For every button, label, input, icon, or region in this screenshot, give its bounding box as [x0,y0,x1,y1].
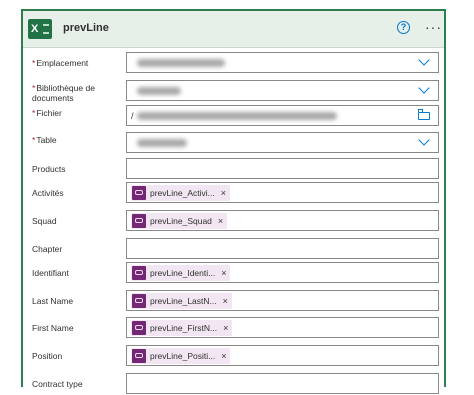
products-input[interactable] [126,158,439,179]
field-label: Activités [32,188,64,198]
row-identifiant: Identifiant prevLine_Identi... × [23,262,444,284]
dynamic-content-token[interactable]: prevLine_Positi... × [131,348,231,364]
field-label: *Table [32,135,57,145]
card-header[interactable]: X prevLine ? ··· [23,11,444,48]
redacted-value [137,139,187,147]
powerapps-token-icon [132,294,146,308]
chevron-down-icon[interactable] [418,54,430,66]
remove-token-icon[interactable]: × [223,296,228,306]
first-name-input[interactable]: prevLine_FirstN... × [126,317,439,338]
redacted-value [137,87,181,95]
dynamic-content-token[interactable]: prevLine_FirstN... × [131,320,233,336]
field-label: Products [32,164,66,174]
row-contract-type: Contract type [23,373,444,395]
identifiant-input[interactable]: prevLine_Identi... × [126,262,439,283]
dynamic-content-token[interactable]: prevLine_Squad × [131,213,228,229]
remove-token-icon[interactable]: × [223,323,228,333]
bibliotheque-dropdown[interactable] [126,80,439,101]
excel-icon: X [28,19,52,39]
field-label: Identifiant [32,268,69,278]
dynamic-content-token[interactable]: prevLine_Identi... × [131,265,231,281]
field-label: Last Name [32,296,74,306]
redacted-value [137,59,225,67]
activites-input[interactable]: prevLine_Activi... × [126,182,439,203]
field-label: First Name [32,323,74,333]
emplacement-dropdown[interactable] [126,52,439,73]
row-first-name: First Name prevLine_FirstN... × [23,317,444,339]
squad-input[interactable]: prevLine_Squad × [126,210,439,231]
field-label: *Fichier [32,108,62,118]
powerapps-token-icon [132,266,146,280]
row-fichier: *Fichier / [23,105,444,127]
last-name-input[interactable]: prevLine_LastN... × [126,290,439,311]
field-label: Chapter [32,244,63,254]
remove-token-icon[interactable]: × [221,351,226,361]
redacted-value [137,112,337,120]
powerapps-token-icon [132,186,146,200]
field-label: *Emplacement [32,58,89,68]
excel-action-card: X prevLine ? ··· *Emplacement *Bibliothè… [21,9,446,394]
card-title: prevLine [63,22,109,34]
chevron-down-icon[interactable] [418,134,430,146]
powerapps-token-icon [132,214,146,228]
fichier-input[interactable]: / [126,105,439,126]
row-products: Products [23,158,444,180]
row-chapter: Chapter [23,238,444,260]
remove-token-icon[interactable]: × [218,216,223,226]
dynamic-content-token[interactable]: prevLine_Activi... × [131,185,230,201]
field-label: Contract type [32,379,83,389]
folder-icon[interactable] [418,109,430,120]
row-bibliotheque: *Bibliothèque de documents [23,80,444,103]
table-dropdown[interactable] [126,132,439,153]
position-input[interactable]: prevLine_Positi... × [126,345,439,366]
row-activites: Activités prevLine_Activi... × [23,182,444,204]
remove-token-icon[interactable]: × [221,268,226,278]
row-table: *Table [23,132,444,154]
row-emplacement: *Emplacement [23,52,444,74]
field-label: *Bibliothèque de documents [32,83,95,103]
row-last-name: Last Name prevLine_LastN... × [23,290,444,312]
question-circle-icon[interactable]: ? [397,21,410,34]
row-position: Position prevLine_Positi... × [23,345,444,367]
field-label: Squad [32,216,57,226]
powerapps-token-icon [132,321,146,335]
powerapps-token-icon [132,349,146,363]
chapter-input[interactable] [126,238,439,259]
chevron-down-icon[interactable] [418,82,430,94]
dynamic-content-token[interactable]: prevLine_LastN... × [131,293,232,309]
row-squad: Squad prevLine_Squad × [23,210,444,232]
remove-token-icon[interactable]: × [221,188,226,198]
ellipsis-icon[interactable]: ··· [425,19,442,35]
file-path-text: / [131,111,134,121]
top-edge [0,0,474,8]
contract-type-input[interactable] [126,373,439,394]
field-label: Position [32,351,63,361]
